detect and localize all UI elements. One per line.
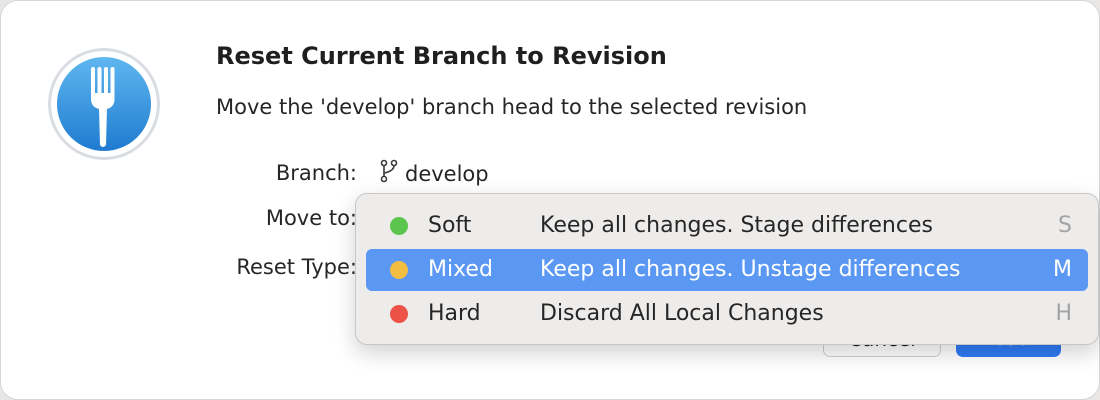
red-dot-icon bbox=[390, 305, 408, 323]
menu-item-description: Keep all changes. Stage differences bbox=[540, 213, 933, 238]
menu-item-hard[interactable]: Hard Discard All Local Changes H bbox=[366, 293, 1088, 335]
reset-branch-dialog: Reset Current Branch to Revision Move th… bbox=[0, 0, 1100, 400]
menu-item-mixed[interactable]: Mixed Keep all changes. Unstage differen… bbox=[366, 249, 1088, 291]
git-branch-icon bbox=[379, 159, 405, 188]
menu-item-shortcut: H bbox=[1055, 301, 1072, 326]
branch-name: develop bbox=[405, 161, 489, 186]
dialog-subtitle: Move the 'develop' branch head to the se… bbox=[216, 95, 808, 119]
menu-item-name: Soft bbox=[428, 213, 472, 238]
menu-item-name: Hard bbox=[428, 301, 481, 326]
menu-item-description: Keep all changes. Unstage differences bbox=[540, 257, 961, 282]
reset-type-dropdown-menu: Soft Keep all changes. Stage differences… bbox=[355, 193, 1099, 345]
fork-app-icon bbox=[47, 47, 161, 161]
branch-value: develop bbox=[379, 159, 489, 188]
menu-item-name: Mixed bbox=[428, 257, 493, 282]
move-to-label: Move to: bbox=[265, 206, 357, 230]
menu-item-soft[interactable]: Soft Keep all changes. Stage differences… bbox=[366, 205, 1088, 247]
reset-type-label: Reset Type: bbox=[236, 255, 357, 279]
menu-item-description: Discard All Local Changes bbox=[540, 301, 824, 326]
menu-item-shortcut: S bbox=[1058, 213, 1072, 238]
green-dot-icon bbox=[390, 217, 408, 235]
branch-label: Branch: bbox=[275, 161, 357, 185]
menu-item-shortcut: M bbox=[1053, 257, 1072, 282]
dialog-title: Reset Current Branch to Revision bbox=[216, 42, 667, 70]
yellow-dot-icon bbox=[390, 261, 408, 279]
